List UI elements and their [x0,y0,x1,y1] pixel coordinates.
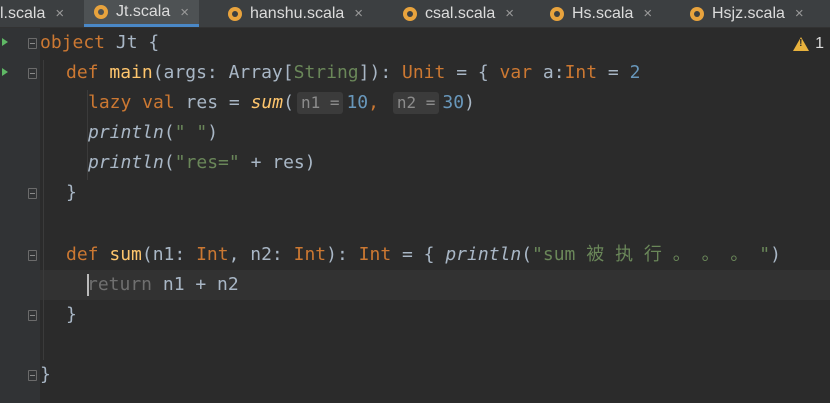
code-text: ( [163,152,175,173]
code-text: , n2: [228,244,294,265]
type-name: String [293,62,359,83]
code-line-1[interactable]: object Jt { [40,28,159,58]
indent-guide [43,60,44,360]
keyword: object [40,32,106,53]
code-text: ) [770,244,781,265]
tab-hanshu-scala[interactable]: hanshu.scala × [228,0,363,27]
code-text: ]): [358,62,402,83]
close-icon[interactable]: × [180,4,189,21]
close-icon[interactable]: × [354,5,363,22]
scala-file-icon [690,6,704,21]
tab-hsjz-scala[interactable]: Hsjz.scala × [690,0,804,27]
warning-count: 1 [815,35,824,52]
fold-icon[interactable] [28,68,37,79]
close-icon[interactable]: × [505,5,514,22]
warning-indicator[interactable]: 1 [793,35,824,53]
keyword: def [66,62,110,83]
tab-jt-scala[interactable]: Jt.scala × [84,0,200,27]
code-text: + res) [239,152,316,173]
tab-hs-scala[interactable]: Hs.scala × [550,0,652,27]
code-line-6[interactable]: } [66,178,77,208]
tab-label: Hs.scala [572,4,634,22]
tab-label: Jt.scala [116,3,171,20]
scala-file-icon [403,6,417,21]
tab-label: hanshu.scala [250,4,345,22]
type-name: Int [196,244,229,265]
code-text: ( [283,92,294,113]
type-name: Int [293,244,327,265]
tab-label: Hsjz.scala [712,4,785,22]
number-literal: 30 [442,92,465,113]
type-name: Unit [402,62,446,83]
keyword: def [66,244,110,265]
code-text: } [40,364,51,385]
code-line-4[interactable]: println(" ") [88,118,218,148]
code-text: , [368,92,390,113]
code-text: } [66,182,77,203]
number-literal: 2 [629,62,641,83]
number-literal: 10 [346,92,369,113]
type-name: Int [564,62,598,83]
code-text: ( [521,244,533,265]
keyword: return [87,274,153,295]
code-text: = { [445,62,500,83]
code-text: (n1: [141,244,197,265]
code-text: ): [326,244,359,265]
parameter-hint: n2 = [392,92,440,114]
fold-icon[interactable] [28,310,37,321]
code-line-9[interactable]: return n1 + n2 [87,270,239,300]
string-literal: " " [174,122,208,143]
code-line-5[interactable]: println("res=" + res) [88,148,316,178]
code-line-3[interactable]: lazy val res = sum(n1 = 10, n2 = 30) [88,88,475,118]
code-text: (args: Array[ [152,62,294,83]
tab-l-scala[interactable]: l.scala × [0,0,64,27]
code-line-10[interactable]: } [66,300,77,330]
code-text: ( [163,122,175,143]
tab-label: csal.scala [425,4,496,22]
code-text: = [597,62,630,83]
editor-tab-bar: l.scala × Jt.scala × hanshu.scala × csal… [0,0,830,28]
code-text: = { [391,244,446,265]
function-name: println [88,152,164,173]
function-name: sum [109,244,142,265]
string-literal: "res=" [174,152,240,173]
close-icon[interactable]: × [795,5,804,22]
function-name: sum [250,92,284,113]
editor-gutter [0,28,40,403]
run-icon[interactable] [2,38,8,46]
function-name: println [445,244,522,265]
scala-file-icon [550,6,564,21]
code-line-12[interactable]: } [40,360,51,390]
string-literal: "sum 被 执 行 。 。 。 " [532,244,771,265]
code-text: } [66,304,77,325]
type-name: Int [358,244,392,265]
fold-icon[interactable] [28,38,37,49]
code-text: Jt { [105,32,160,53]
fold-icon[interactable] [28,250,37,261]
scala-file-icon [228,6,242,21]
function-name: println [88,122,164,143]
tab-csal-scala[interactable]: csal.scala × [403,0,514,27]
keyword: lazy val [88,92,186,113]
code-text: res = [185,92,251,113]
code-line-2[interactable]: def main(args: Array[String]): Unit = { … [66,58,640,88]
code-line-8[interactable]: def sum(n1: Int, n2: Int): Int = { print… [66,240,781,270]
code-text: a: [532,62,565,83]
parameter-hint: n1 = [296,92,344,114]
run-icon[interactable] [2,68,8,76]
code-text: ) [464,92,475,113]
warning-icon [793,37,810,51]
scala-file-icon [94,5,108,19]
code-text: ) [207,122,219,143]
close-icon[interactable]: × [55,5,64,22]
keyword: var [499,62,533,83]
fold-icon[interactable] [28,370,37,381]
fold-icon[interactable] [28,188,37,199]
tab-label: l.scala [0,4,46,22]
close-icon[interactable]: × [643,5,652,22]
function-name: main [109,62,153,83]
code-text: n1 + n2 [152,274,239,295]
